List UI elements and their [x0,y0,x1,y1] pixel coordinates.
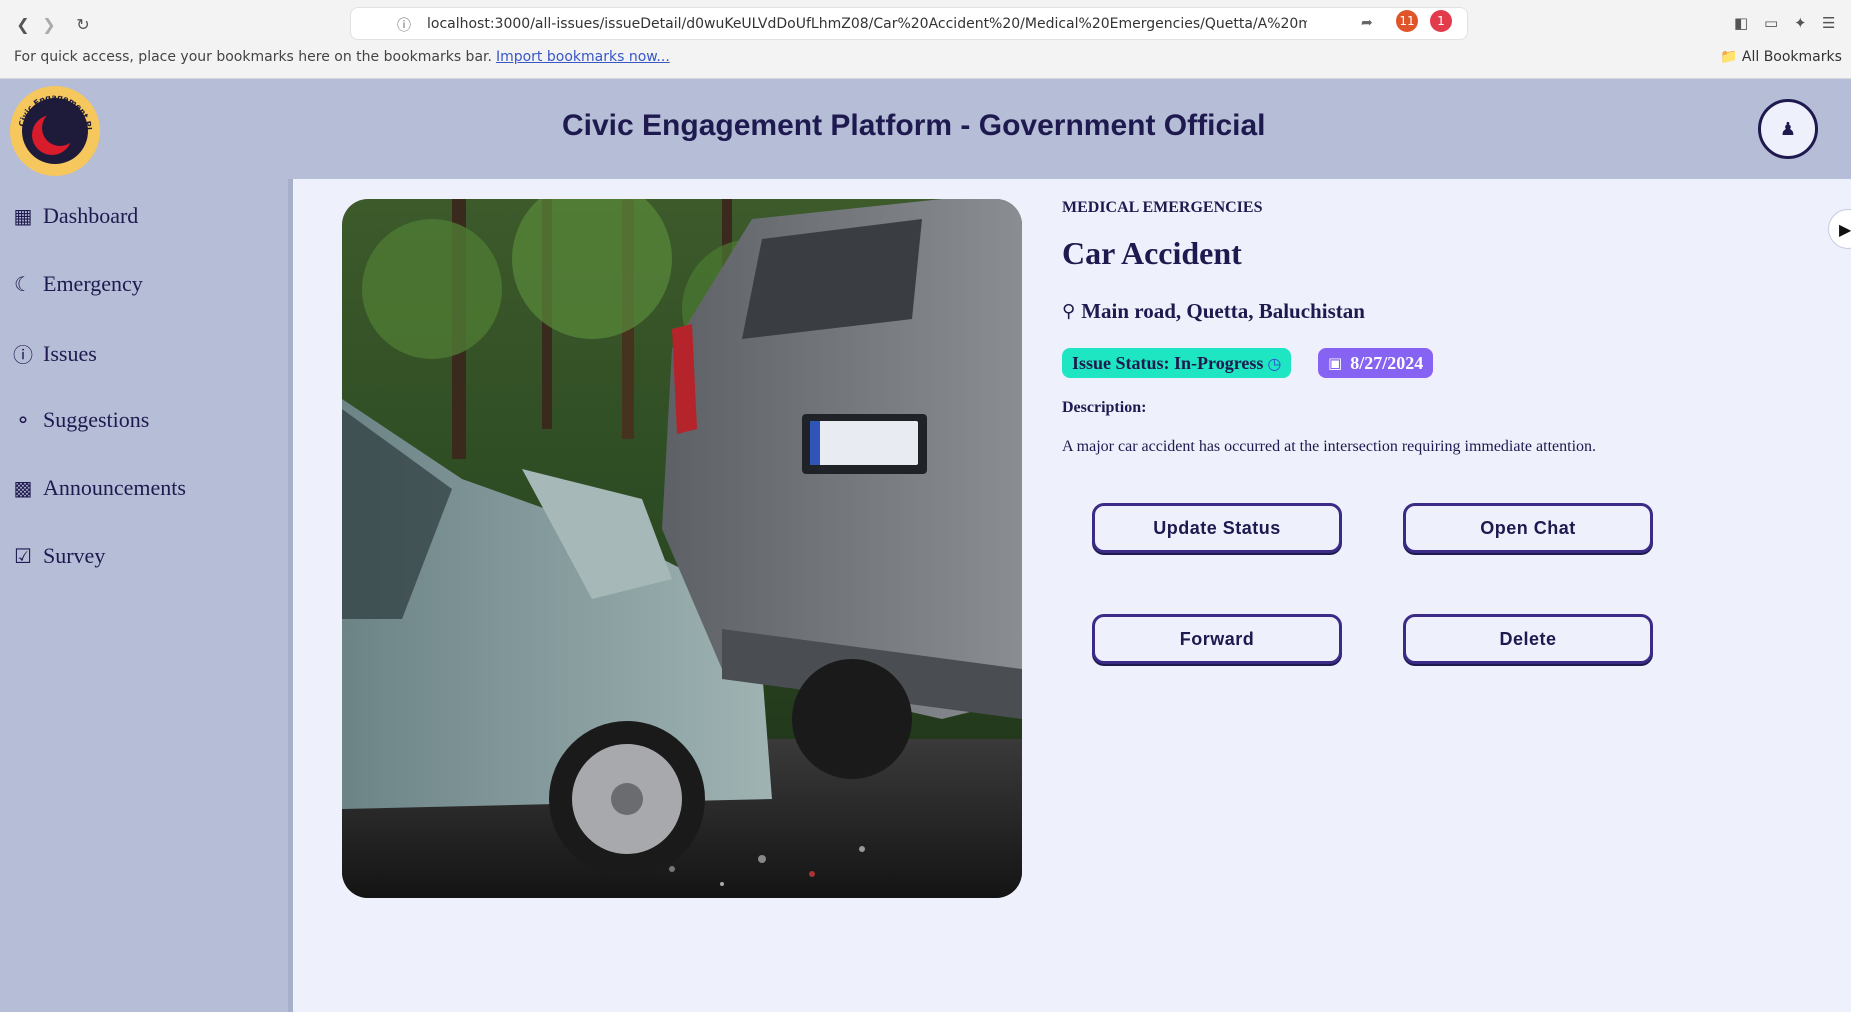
share-icon[interactable]: ➦ [1361,15,1373,31]
forward-icon[interactable]: ❯ [38,13,60,35]
status-text: Issue Status: In-Progress [1072,352,1264,373]
issue-category: Medical Emergencies [1062,199,1263,216]
sidebar-item-label: Announcements [43,475,186,500]
url-text[interactable]: localhost:3000/all-issues/issueDetail/d0… [427,16,1307,32]
sidebar-item-dashboard[interactable]: ▦ Dashboard [12,203,139,229]
sidebar-item-label: Emergency [43,271,143,296]
calendar-icon: ▣ [1328,354,1343,372]
sidebar-item-label: Survey [43,543,106,568]
sidebar-item-label: Suggestions [43,407,150,432]
sidebar-item-survey[interactable]: ☑ Survey [12,543,105,569]
issue-image [342,199,1022,898]
logo-emblem: Civic Engagement Platform [10,86,99,175]
menu-icon[interactable]: ☰ [1822,14,1835,32]
reload-icon[interactable]: ↻ [72,13,94,35]
sidebar-item-announcements[interactable]: ▩ Announcements [12,475,186,501]
forward-button[interactable]: Forward [1092,614,1342,664]
lightbulb-icon: ⚬ [14,408,32,432]
clipboard-check-icon: ☑ [14,544,32,568]
sidebar-toggle-icon[interactable]: ◧ [1734,14,1748,32]
status-badge: Issue Status: In-Progress ◷ [1062,348,1292,378]
platform-logo[interactable]: Civic Engagement Platform [10,86,100,176]
clock-icon: ◷ [1267,353,1282,373]
issue-title: Car Accident [1062,235,1242,271]
alert-circle-icon: ⓘ [13,343,33,367]
sidebar-item-issues[interactable]: ⓘ Issues [12,339,97,368]
open-chat-button[interactable]: Open Chat [1403,503,1653,553]
brave-shield-icon[interactable]: 11 [1396,10,1418,32]
date-text: 8/27/2024 [1350,352,1424,373]
all-bookmarks-button[interactable]: 📁 All Bookmarks [1720,49,1842,65]
sidebar-item-label: Dashboard [43,203,139,228]
import-bookmarks-link[interactable]: Import bookmarks now... [496,49,670,65]
site-info-icon[interactable]: ⓘ [397,15,411,35]
main-content: Medical Emergencies Car Accident ⚲ Main … [298,179,1851,1012]
page-title: Civic Engagement Platform - Government O… [562,109,1266,142]
leo-ai-icon[interactable]: ✦ [1794,14,1807,32]
sidebar-item-emergency[interactable]: ☾ Emergency [12,271,143,297]
sidebar: ▦ Dashboard ☾ Emergency ⓘ Issues ⚬ Sugge… [0,179,293,1012]
folder-icon: 📁 [1720,49,1738,65]
map-pin-icon: ⚲ [1062,301,1076,322]
sidebar-item-suggestions[interactable]: ⚬ Suggestions [12,407,150,433]
rewards-badge-count: 1 [1437,14,1445,28]
grid-icon: ▦ [13,204,33,228]
user-icon: ♟ [1779,118,1797,140]
app-header: Civic Engagement Platform Civic Engageme… [0,79,1851,179]
back-icon[interactable]: ❮ [12,13,34,35]
browser-toolbar: ❮ ❯ ↻ ☐ ⓘ localhost:3000/all-issues/issu… [0,0,1851,79]
description-text: A major car accident has occurred at the… [1062,438,1597,455]
wallet-icon[interactable]: ▭ [1764,14,1778,32]
brave-badge-count: 11 [1399,14,1415,28]
bookmarks-bar: For quick access, place your bookmarks h… [14,49,670,65]
description-label: Description: [1062,399,1147,416]
date-badge: ▣ 8/27/2024 [1318,348,1434,378]
profile-button[interactable]: ♟ [1758,99,1818,159]
play-icon: ▶ [1839,219,1851,239]
panel-toggle-button[interactable]: ▶ [1828,209,1851,249]
speaker-icon: ▩ [13,476,33,500]
delete-button[interactable]: Delete [1403,614,1653,664]
all-bookmarks-label: All Bookmarks [1741,49,1842,65]
location-text: Main road, Quetta, Baluchistan [1081,299,1365,323]
car-accident-illustration [342,199,1022,898]
rewards-icon[interactable]: 1 [1430,10,1452,32]
moon-icon: ☾ [14,272,32,296]
sidebar-item-label: Issues [43,340,97,366]
bookmarks-hint: For quick access, place your bookmarks h… [14,49,492,65]
issue-location: ⚲ Main road, Quetta, Baluchistan [1062,299,1365,324]
update-status-button[interactable]: Update Status [1092,503,1342,553]
address-bar[interactable]: ⓘ localhost:3000/all-issues/issueDetail/… [350,7,1468,40]
